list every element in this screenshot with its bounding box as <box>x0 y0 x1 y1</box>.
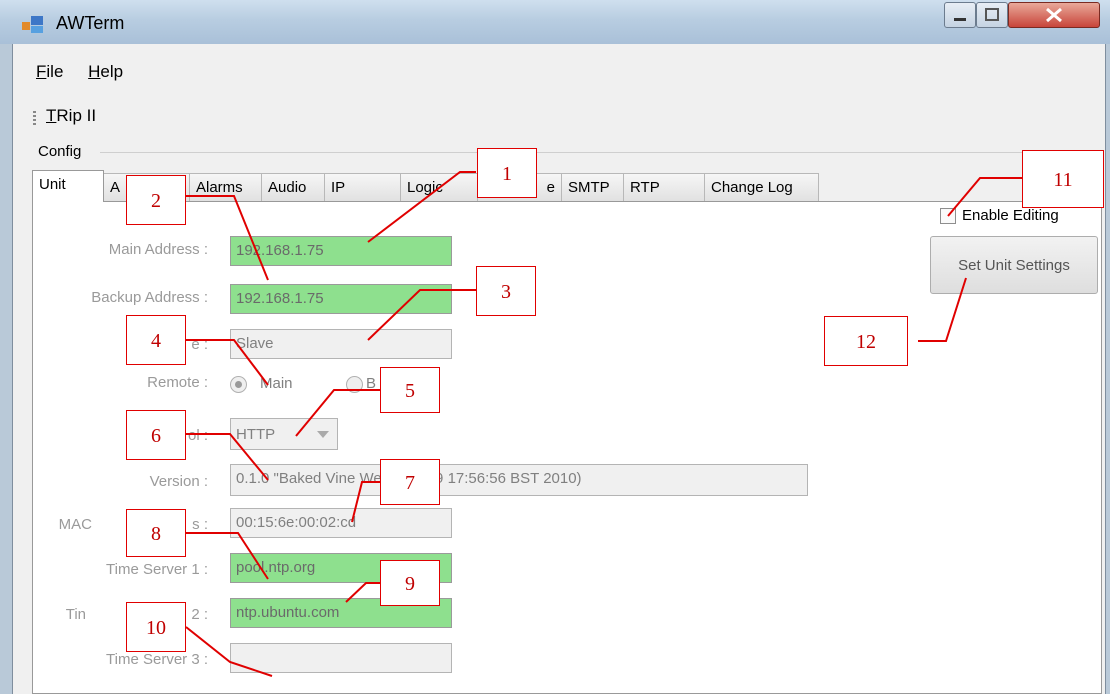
menu-file[interactable]: File <box>36 62 63 82</box>
enable-editing-checkbox[interactable] <box>940 208 956 224</box>
remote-backup-radio[interactable] <box>346 376 363 393</box>
remote-backup-label: B <box>366 375 377 392</box>
callout-9: 9 <box>380 560 440 606</box>
remote-main-label: Main <box>260 375 293 392</box>
callout-1: 1 <box>477 148 537 198</box>
set-unit-settings-button[interactable]: Set Unit Settings <box>930 236 1098 294</box>
callout-8: 8 <box>126 509 186 557</box>
callout-3: 3 <box>476 266 536 316</box>
tab-change-log[interactable]: Change Log <box>704 173 819 201</box>
backup-address-field[interactable]: 192.168.1.75 <box>230 284 452 314</box>
config-group-label: Config <box>38 143 82 160</box>
callout-4: 4 <box>126 315 186 365</box>
mac-address-field: 00:15:6e:00:02:cd <box>230 508 452 538</box>
tab-rtp[interactable]: RTP <box>623 173 705 201</box>
window-title: AWTerm <box>56 13 125 33</box>
time-server-3-field <box>230 643 452 673</box>
maximize-button[interactable] <box>976 2 1008 28</box>
chevron-down-icon <box>317 431 329 438</box>
callout-2: 2 <box>126 175 186 225</box>
main-address-label: Main Address : <box>108 241 208 258</box>
callout-12: 12 <box>824 316 908 366</box>
protocol-value: HTTP <box>236 426 276 443</box>
version-field: 0.1.0 "Baked Vine Wed May 19 17:56:56 BS… <box>230 464 808 496</box>
tab-ip[interactable]: IP <box>324 173 401 201</box>
minimize-button[interactable] <box>944 2 976 28</box>
callout-5: 5 <box>380 367 440 413</box>
callout-6: 6 <box>126 410 186 460</box>
tab-smtp[interactable]: SMTP <box>561 173 624 201</box>
time-server-3-label: Time Server 3 : <box>106 651 208 668</box>
tab-logic[interactable]: Logic <box>400 173 478 201</box>
tab-unit[interactable]: Unit <box>32 170 104 202</box>
app-icon <box>22 16 44 34</box>
menu-help[interactable]: Help <box>88 62 123 82</box>
callout-10: 10 <box>126 602 186 652</box>
callout-7: 7 <box>380 459 440 505</box>
group-divider <box>100 152 1102 153</box>
close-icon <box>1046 7 1062 23</box>
enable-editing-label: Enable Editing <box>962 207 1059 224</box>
remote-main-radio[interactable] <box>230 376 247 393</box>
toolstrip-grip[interactable] <box>33 111 36 127</box>
protocol-dropdown[interactable]: HTTP <box>230 418 338 450</box>
toolstrip-item-trip[interactable]: TRip II <box>46 106 96 126</box>
tab-alarms[interactable]: Alarms <box>189 173 262 201</box>
close-button[interactable] <box>1008 2 1100 28</box>
backup-address-label: Backup Address : <box>91 289 208 306</box>
time-server-1-label: Time Server 1 : <box>106 561 208 578</box>
tab-audio[interactable]: Audio <box>261 173 325 201</box>
callout-11: 11 <box>1022 150 1104 208</box>
menu-bar: File Help <box>36 62 143 82</box>
mode-field: Slave <box>230 329 452 359</box>
version-label: Version : <box>149 473 208 490</box>
main-address-field[interactable]: 192.168.1.75 <box>230 236 452 266</box>
remote-label: Remote : <box>147 374 208 391</box>
